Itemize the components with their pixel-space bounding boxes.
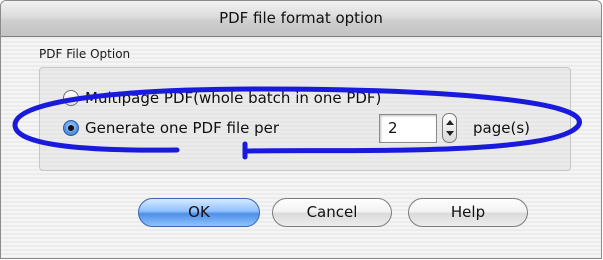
- multipage-label[interactable]: Multipage PDF(whole batch in one PDF): [85, 89, 381, 107]
- pdf-format-dialog: PDF file format option PDF File Option M…: [0, 0, 602, 259]
- pages-stepper[interactable]: [442, 113, 457, 143]
- stepper-down-icon[interactable]: [446, 131, 454, 136]
- group-label: PDF File Option: [39, 47, 131, 61]
- help-button[interactable]: Help: [408, 198, 528, 227]
- per-page-option[interactable]: Generate one PDF file per: [63, 119, 279, 137]
- title-bar[interactable]: PDF file format option: [1, 1, 601, 37]
- per-page-label[interactable]: Generate one PDF file per: [85, 119, 279, 137]
- radio-dot-icon: [68, 125, 74, 131]
- cancel-button[interactable]: Cancel: [272, 198, 392, 227]
- pages-input[interactable]: 2: [379, 114, 437, 143]
- multipage-option[interactable]: Multipage PDF(whole batch in one PDF): [63, 89, 381, 107]
- stepper-up-icon[interactable]: [446, 120, 454, 125]
- pages-suffix-label: page(s): [473, 119, 530, 137]
- ok-button[interactable]: OK: [138, 198, 260, 227]
- radio-selected-icon[interactable]: [63, 120, 79, 136]
- window-title: PDF file format option: [219, 9, 383, 27]
- radio-icon[interactable]: [63, 90, 79, 106]
